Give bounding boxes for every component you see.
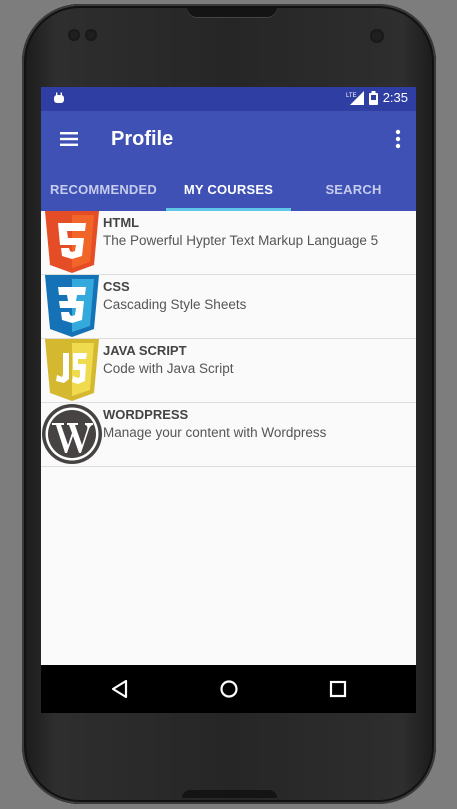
tab-bar: RECOMMENDED MY COURSES SEARCH xyxy=(41,167,416,211)
recents-icon[interactable] xyxy=(326,677,350,701)
status-bar: LTE 2:35 xyxy=(41,87,416,111)
course-description: Cascading Style Sheets xyxy=(103,297,247,312)
front-camera xyxy=(370,29,384,43)
course-description: The Powerful Hypter Text Markup Language… xyxy=(103,233,379,248)
bottom-speaker xyxy=(182,790,277,798)
course-name: CSS xyxy=(103,279,130,294)
javascript-logo-icon xyxy=(45,339,99,401)
light-sensor xyxy=(85,29,97,41)
android-debug-icon xyxy=(54,92,64,103)
app-screen: LTE 2:35 Profile RECOMMENDED MY COURSES xyxy=(41,87,416,713)
menu-icon[interactable] xyxy=(57,127,81,151)
html5-logo-icon xyxy=(45,211,99,273)
home-icon[interactable] xyxy=(217,677,241,701)
course-name: WORDPRESS xyxy=(103,407,189,422)
course-item-css[interactable]: CSS Cascading Style Sheets xyxy=(41,275,416,339)
system-nav-bar xyxy=(41,665,416,713)
app-bar: Profile xyxy=(41,111,416,167)
page-title: Profile xyxy=(111,128,174,150)
more-options-icon[interactable] xyxy=(394,127,402,151)
wordpress-logo-icon xyxy=(42,404,102,464)
tab-search[interactable]: SEARCH xyxy=(291,167,416,211)
earpiece xyxy=(187,8,277,18)
course-item-html[interactable]: HTML The Powerful Hypter Text Markup Lan… xyxy=(41,211,416,275)
signal-icon: LTE xyxy=(346,90,364,105)
course-description: Code with Java Script xyxy=(103,361,234,376)
proximity-sensor xyxy=(68,29,80,41)
battery-icon xyxy=(368,90,378,105)
tab-my-courses[interactable]: MY COURSES xyxy=(166,167,291,211)
course-description: Manage your content with Wordpress xyxy=(103,425,327,440)
network-type-label: LTE xyxy=(346,93,357,99)
back-icon[interactable] xyxy=(108,677,132,701)
course-item-wordpress[interactable]: WORDPRESS Manage your content with Wordp… xyxy=(41,403,416,467)
css3-logo-icon xyxy=(45,275,99,337)
clock: 2:35 xyxy=(382,90,408,105)
course-list: HTML The Powerful Hypter Text Markup Lan… xyxy=(41,211,416,467)
course-item-javascript[interactable]: JAVA SCRIPT Code with Java Script xyxy=(41,339,416,403)
course-name: HTML xyxy=(103,215,140,230)
course-name: JAVA SCRIPT xyxy=(103,343,187,358)
tab-recommended[interactable]: RECOMMENDED xyxy=(41,167,166,211)
